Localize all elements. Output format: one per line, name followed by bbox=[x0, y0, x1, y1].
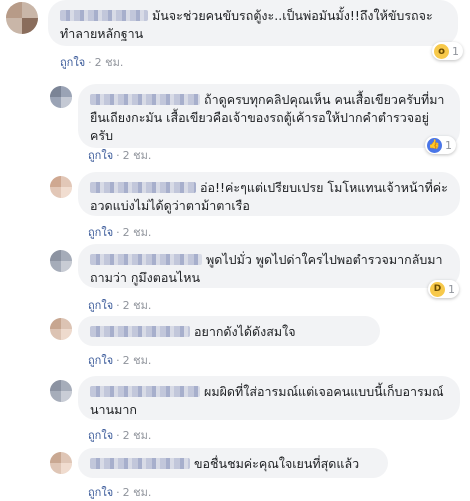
comment-actions: ถูกใจ · 2 ชม. bbox=[60, 56, 124, 69]
commenter-name-blurred[interactable] bbox=[90, 458, 190, 469]
avatar[interactable] bbox=[50, 318, 72, 340]
timestamp[interactable]: 2 ชม. bbox=[123, 429, 152, 442]
timestamp[interactable]: 2 ชม. bbox=[123, 226, 152, 239]
timestamp[interactable]: 2 ชม. bbox=[123, 149, 152, 162]
reply-bubble: อ่อ!!ค่ะๆแต่เปรียบเปรย โมโหแทนเจ้าหน้าที… bbox=[78, 172, 460, 216]
avatar[interactable] bbox=[50, 86, 72, 108]
avatar[interactable] bbox=[50, 452, 72, 474]
avatar[interactable] bbox=[50, 380, 72, 402]
reply-actions: ถูกใจ · 2 ชม. bbox=[88, 299, 152, 312]
like-link[interactable]: ถูกใจ bbox=[88, 354, 113, 367]
comment-bubble: มันจะช่วยคนขับรถตู้งะ..เป็นพ่อมันมั้ง!!ถ… bbox=[48, 0, 458, 46]
like-link[interactable]: ถูกใจ bbox=[88, 486, 113, 499]
haha-icon: D bbox=[430, 281, 445, 297]
avatar[interactable] bbox=[50, 176, 72, 198]
reply-bubble: อยากดังได้ดังสมใจ bbox=[78, 316, 380, 346]
reaction-count: 1 bbox=[445, 138, 452, 152]
timestamp[interactable]: 2 ชม. bbox=[123, 486, 152, 499]
reply-actions: ถูกใจ · 2 ชม. bbox=[88, 354, 152, 367]
reaction-summary[interactable]: D 1 bbox=[428, 280, 459, 298]
commenter-name-blurred[interactable] bbox=[60, 10, 148, 21]
timestamp[interactable]: 2 ชม. bbox=[95, 56, 124, 69]
avatar[interactable] bbox=[50, 250, 72, 272]
like-link[interactable]: ถูกใจ bbox=[88, 149, 113, 162]
commenter-name-blurred[interactable] bbox=[90, 182, 196, 193]
like-link[interactable]: ถูกใจ bbox=[88, 226, 113, 239]
like-link[interactable]: ถูกใจ bbox=[88, 429, 113, 442]
like-icon: 👍 bbox=[427, 137, 442, 153]
like-link[interactable]: ถูกใจ bbox=[88, 299, 113, 312]
avatar[interactable] bbox=[6, 2, 38, 34]
reply-bubble: ถ้าดูครบทุกคลิปคุณเห็น คนเสื้อเขียวครับท… bbox=[78, 84, 460, 148]
reply-actions: ถูกใจ · 2 ชม. bbox=[88, 486, 152, 499]
commenter-name-blurred[interactable] bbox=[90, 94, 200, 105]
comment-text: อยากดังได้ดังสมใจ bbox=[194, 324, 296, 339]
timestamp[interactable]: 2 ชม. bbox=[123, 354, 152, 367]
like-link[interactable]: ถูกใจ bbox=[60, 56, 85, 69]
reply-actions: ถูกใจ · 2 ชม. bbox=[88, 429, 152, 442]
reply-bubble: ผมผิดที่ใส่อารมณ์แต่เจอคนแบบนี้เก็บอารมณ… bbox=[78, 376, 460, 420]
reply-bubble: พูดไปมั่ว พูดไปด่าใครไปพอตำรวจมากลับมาถา… bbox=[78, 244, 460, 288]
reply-actions: ถูกใจ · 2 ชม. bbox=[88, 149, 152, 162]
commenter-name-blurred[interactable] bbox=[90, 254, 202, 265]
reaction-summary[interactable]: o 1 bbox=[432, 42, 463, 60]
reaction-summary[interactable]: 👍 1 bbox=[425, 136, 456, 154]
wow-icon: o bbox=[434, 43, 449, 59]
timestamp[interactable]: 2 ชม. bbox=[123, 299, 152, 312]
reaction-count: 1 bbox=[452, 44, 459, 58]
reply-actions: ถูกใจ · 2 ชม. bbox=[88, 226, 152, 239]
reaction-count: 1 bbox=[448, 282, 455, 296]
reply-bubble: ขอชื่นชมค่ะคุณใจเยนที่สุดแล้ว bbox=[78, 448, 388, 478]
comment-text: ขอชื่นชมค่ะคุณใจเยนที่สุดแล้ว bbox=[194, 456, 360, 471]
commenter-name-blurred[interactable] bbox=[90, 326, 190, 337]
commenter-name-blurred[interactable] bbox=[90, 386, 200, 397]
